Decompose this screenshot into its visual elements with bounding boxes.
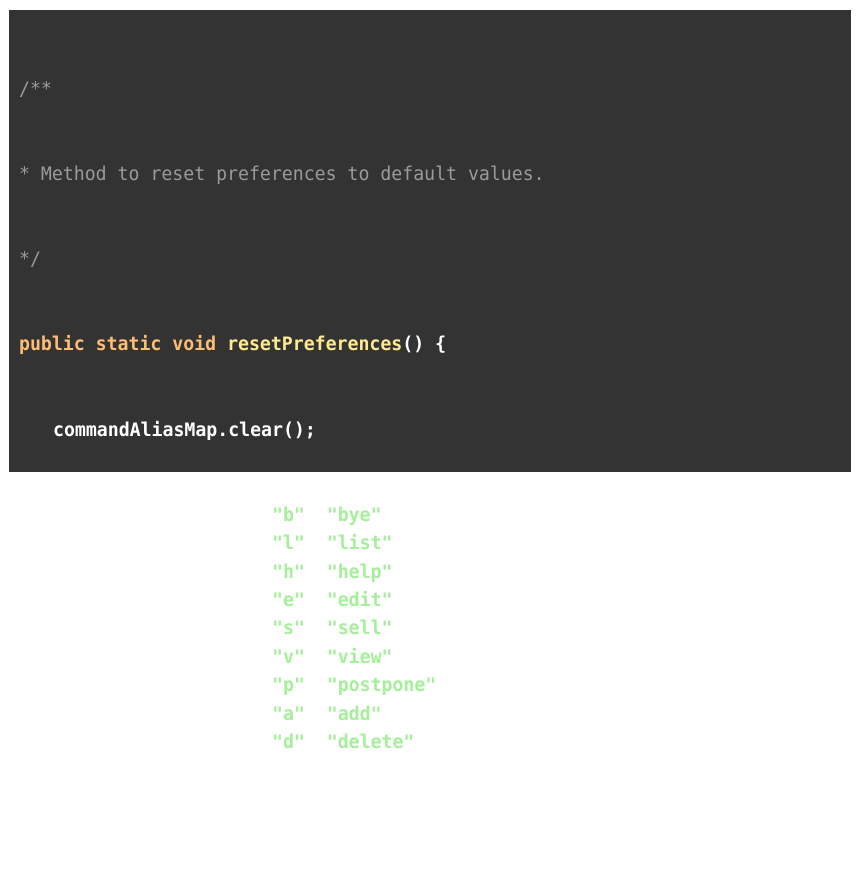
- put-call-suffix: );: [392, 590, 415, 611]
- put-call-suffix: );: [381, 703, 404, 725]
- put-call-suffix: );: [392, 646, 415, 668]
- put-argument-separator: ,: [304, 504, 327, 526]
- put-call-suffix: );: [392, 561, 415, 583]
- comment-line-open: /**: [19, 78, 52, 100]
- put-value-string: "delete": [326, 731, 415, 753]
- method-signature: public static void resetPreferences() {: [19, 331, 851, 359]
- put-argument-separator: ,: [304, 618, 327, 640]
- put-statement-line: commandAliasMap.put("v", "view");: [19, 644, 851, 672]
- clear-statement-line: commandAliasMap.clear();: [19, 417, 851, 445]
- put-key-string: "b": [272, 504, 305, 526]
- put-statement-line: commandAliasMap.put("p", "postpone");: [19, 672, 851, 700]
- put-key-string: "e": [272, 590, 305, 611]
- clear-statement: commandAliasMap.clear();: [53, 419, 316, 441]
- put-argument-separator: ,: [304, 646, 327, 668]
- method-name: resetPreferences: [227, 334, 403, 356]
- put-statement-line: commandAliasMap.put("e", "edit");: [19, 587, 851, 615]
- put-call-prefix: commandAliasMap.put(: [53, 703, 272, 725]
- put-call-suffix: );: [436, 675, 459, 697]
- put-call-prefix: commandAliasMap.put(: [53, 675, 272, 697]
- put-key-string: "a": [272, 703, 305, 725]
- put-call-suffix: );: [392, 533, 415, 555]
- put-argument-separator: ,: [304, 590, 327, 611]
- put-value-string: "help": [326, 561, 393, 583]
- code-block[interactable]: /** * Method to reset preferences to def…: [9, 10, 851, 838]
- put-call-prefix: commandAliasMap.put(: [53, 731, 272, 753]
- put-value-string: "list": [326, 533, 393, 555]
- put-value-string: "view": [326, 646, 393, 668]
- put-call-suffix: );: [414, 731, 437, 753]
- put-argument-separator: ,: [304, 731, 327, 753]
- put-call-prefix: commandAliasMap.put(: [53, 646, 272, 668]
- put-value-string: "bye": [326, 504, 382, 526]
- closing-brace: }: [19, 817, 30, 839]
- put-key-string: "p": [272, 675, 305, 697]
- put-key-string: "d": [272, 731, 305, 753]
- put-argument-separator: ,: [304, 703, 327, 725]
- put-argument-separator: ,: [304, 561, 327, 583]
- put-argument-separator: ,: [304, 533, 327, 555]
- put-value-string: "edit": [326, 590, 393, 611]
- put-call-prefix: commandAliasMap.put(: [53, 561, 272, 583]
- method-signature-tail: () {: [402, 334, 447, 356]
- put-argument-separator: ,: [304, 675, 327, 697]
- comment-line-description: * Method to reset preferences to default…: [19, 164, 545, 186]
- put-key-string: "s": [272, 618, 305, 640]
- put-call-prefix: commandAliasMap.put(: [53, 590, 272, 611]
- put-call-prefix: commandAliasMap.put(: [53, 504, 272, 526]
- put-call-prefix: commandAliasMap.put(: [53, 533, 272, 555]
- put-key-string: "h": [272, 561, 305, 583]
- put-statement-line: commandAliasMap.put("h", "help");: [19, 559, 851, 587]
- put-statement-line: commandAliasMap.put("s", "sell");: [19, 615, 851, 643]
- put-value-string: "add": [326, 703, 382, 725]
- put-key-string: "l": [272, 533, 305, 555]
- put-statement-line: commandAliasMap.put("a", "add");: [19, 701, 851, 729]
- put-value-string: "postpone": [326, 675, 437, 697]
- put-value-string: "sell": [326, 618, 393, 640]
- put-call-suffix: );: [381, 504, 404, 526]
- put-statement-line: commandAliasMap.put("d", "delete");: [19, 729, 851, 757]
- put-statements: commandAliasMap.put("b", "bye"); commandA…: [19, 502, 851, 758]
- put-statement-line: commandAliasMap.put("b", "bye");: [19, 502, 851, 530]
- put-call-suffix: );: [392, 618, 415, 640]
- put-call-prefix: commandAliasMap.put(: [53, 618, 272, 640]
- comment-line-close: */: [19, 249, 41, 271]
- method-modifiers: public static void: [19, 334, 217, 356]
- put-key-string: "v": [272, 646, 305, 668]
- put-statement-line: commandAliasMap.put("l", "list");: [19, 530, 851, 558]
